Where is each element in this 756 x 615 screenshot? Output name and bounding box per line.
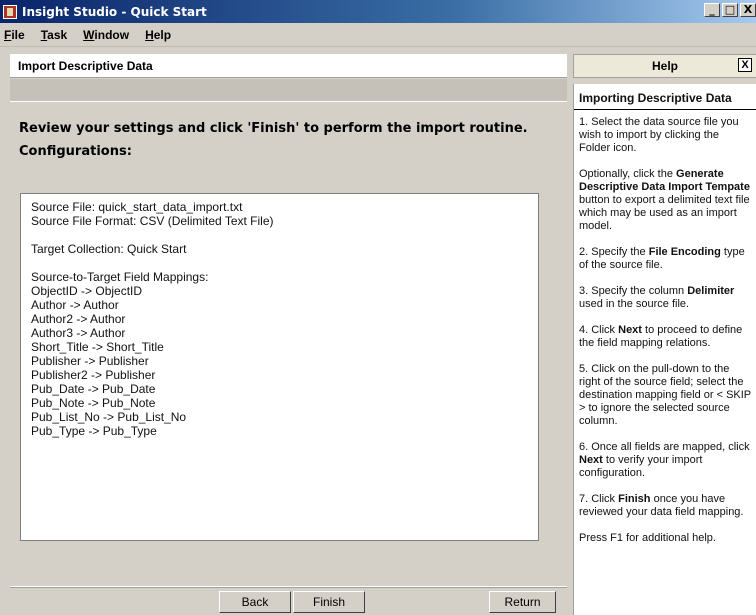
back-button[interactable]: Back <box>219 591 291 613</box>
menu-file[interactable]: File <box>2 28 27 42</box>
config-line: Author2 -> Author <box>31 312 126 326</box>
finish-button[interactable]: Finish <box>293 591 365 613</box>
help-step-text: button to export a delimited text file w… <box>579 194 750 232</box>
config-line: Source File: quick_start_data_import.txt <box>31 200 243 214</box>
help-step-text: 6. Once all fields are mapped, click <box>579 441 750 453</box>
window-controls: _ □ X <box>704 3 756 17</box>
app-icon <box>3 4 17 19</box>
help-step: 3. Specify the column Delimiter used in … <box>579 285 751 311</box>
help-step: 5. Click on the pull-down to the right o… <box>579 363 751 428</box>
help-steps: 1. Select the data source file you wish … <box>579 116 751 545</box>
help-header: Help <box>573 54 756 78</box>
help-step-emphasis: File Encoding <box>648 246 721 258</box>
config-line <box>31 228 528 242</box>
help-step: Optionally, click the Generate Descripti… <box>579 168 751 233</box>
menu-task[interactable]: Task <box>39 28 69 42</box>
menu-help[interactable]: Help <box>143 28 173 42</box>
config-line: Pub_Date -> Pub_Date <box>31 382 156 396</box>
help-step-emphasis: Delimiter <box>687 285 735 297</box>
panel-header: Import Descriptive Data <box>10 54 567 78</box>
minimize-button[interactable]: _ <box>704 3 720 17</box>
help-step-text: 2. Specify the <box>579 246 649 258</box>
help-step-emphasis: Next <box>579 454 603 466</box>
config-line: Publisher2 -> Publisher <box>31 368 156 382</box>
config-line: Author -> Author <box>31 298 119 312</box>
window-title: Insight Studio - Quick Start <box>22 4 207 19</box>
help-step-text: 1. Select the data source file you wish … <box>579 116 739 154</box>
menu-window[interactable]: Window <box>81 28 131 42</box>
config-line: Pub_List_No -> Pub_List_No <box>31 410 187 424</box>
close-window-button[interactable]: X <box>740 3 756 17</box>
help-step: Press F1 for additional help. <box>579 532 751 545</box>
config-line: Short_Title -> Short_Title <box>31 340 164 354</box>
maximize-button[interactable]: □ <box>722 3 738 17</box>
help-step-emphasis: Next <box>618 324 642 336</box>
config-line: Author3 -> Author <box>31 326 126 340</box>
config-line: Source File Format: CSV (Delimited Text … <box>31 214 274 228</box>
help-step-text: 4. Click <box>579 324 619 336</box>
close-help-icon[interactable]: X <box>738 58 752 72</box>
help-step: 2. Specify the File Encoding type of the… <box>579 246 751 272</box>
config-line: Pub_Type -> Pub_Type <box>31 424 157 438</box>
panel-subheader-band <box>10 79 567 102</box>
help-step-text: Press F1 for additional help. <box>579 532 716 544</box>
help-title: Importing Descriptive Data <box>574 92 756 110</box>
help-step: 7. Click Finish once you have reviewed y… <box>579 493 751 519</box>
help-step-text: 3. Specify the column <box>579 285 688 297</box>
config-line <box>31 256 528 270</box>
title-bar[interactable]: Insight Studio - Quick Start _ □ X <box>0 0 756 23</box>
help-step: 4. Click Next to proceed to define the f… <box>579 324 751 350</box>
config-line: ObjectID -> ObjectID <box>31 284 143 298</box>
return-button[interactable]: Return <box>489 591 556 613</box>
help-step: 1. Select the data source file you wish … <box>579 116 751 155</box>
config-line: Target Collection: Quick Start <box>31 242 187 256</box>
help-step-text: 5. Click on the pull-down to the right o… <box>579 363 751 427</box>
help-step-emphasis: Finish <box>618 493 651 505</box>
config-line: Pub_Note -> Pub_Note <box>31 396 156 410</box>
instruction-text: Review your settings and click 'Finish' … <box>19 121 528 136</box>
help-panel: Importing Descriptive Data 1. Select the… <box>573 84 756 615</box>
configurations-label: Configurations: <box>19 144 132 159</box>
config-line: Publisher -> Publisher <box>31 354 149 368</box>
help-step-text: used in the source file. <box>579 298 690 310</box>
help-step: 6. Once all fields are mapped, click Nex… <box>579 441 751 480</box>
menu-bar: File Task Window Help <box>0 23 756 47</box>
configuration-summary: Source File: quick_start_data_import.txt… <box>20 193 539 541</box>
help-step-text: Optionally, click the <box>579 168 677 180</box>
help-step-text: 7. Click <box>579 493 619 505</box>
config-line: Source-to-Target Field Mappings: <box>31 270 209 284</box>
